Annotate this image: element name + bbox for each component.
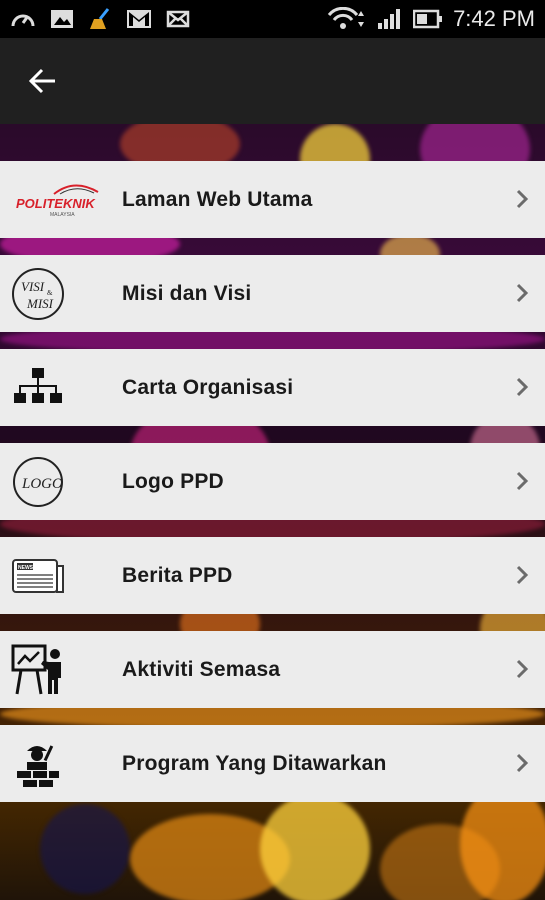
gmail-icon <box>127 10 151 28</box>
news-text: NEWS <box>18 565 34 571</box>
menu-item-berita-ppd[interactable]: NEWS Berita PPD <box>0 537 545 614</box>
mail-icon <box>166 10 190 28</box>
menu-item-label: Misi dan Visi <box>122 281 252 305</box>
wifi-icon <box>327 7 365 29</box>
chevron-right-icon <box>516 565 529 585</box>
org-chart-icon <box>10 361 66 415</box>
menu-item-misi-dan-visi[interactable]: VISI & MISI Misi dan Visi <box>0 255 545 332</box>
presenter-icon <box>10 643 66 697</box>
menu-item-label: Carta Organisasi <box>122 375 294 399</box>
visi-misi-icon: VISI & MISI <box>10 267 66 321</box>
chevron-right-icon <box>516 471 529 491</box>
status-time: 7:42 PM <box>453 6 535 31</box>
signal-icon <box>378 9 401 29</box>
image-icon <box>51 10 73 28</box>
arrow-left-icon <box>29 68 55 94</box>
visi-text: VISI <box>21 279 45 294</box>
logo-badge-icon: LOGO <box>10 455 66 509</box>
politeknik-logo-icon: POLITEKNIK MALAYSIA <box>14 173 122 227</box>
chevron-right-icon <box>516 283 529 303</box>
battery-icon <box>413 9 443 29</box>
chevron-right-icon <box>516 659 529 679</box>
menu-item-label: Program Yang Ditawarkan <box>122 751 387 775</box>
worker-icon <box>10 737 66 791</box>
newspaper-icon: NEWS <box>10 549 66 603</box>
speedometer-icon <box>11 14 35 27</box>
menu-item-program-yang-ditawarkan[interactable]: Program Yang Ditawarkan <box>0 725 545 802</box>
menu-item-label: Berita PPD <box>122 563 233 587</box>
misi-text: MISI <box>26 296 54 311</box>
back-button[interactable] <box>22 60 64 102</box>
status-bar: 7:42 PM <box>0 0 545 38</box>
menu-item-logo-ppd[interactable]: LOGO Logo PPD <box>0 443 545 520</box>
menu-item-label: Laman Web Utama <box>122 187 313 211</box>
politeknik-text: POLITEKNIK <box>16 196 96 211</box>
menu-item-label: Aktiviti Semasa <box>122 657 281 681</box>
menu-item-laman-web-utama[interactable]: POLITEKNIK MALAYSIA Laman Web Utama <box>0 161 545 238</box>
app-bar <box>0 38 545 124</box>
chevron-right-icon <box>516 377 529 397</box>
chevron-right-icon <box>516 189 529 209</box>
politeknik-sub-text: MALAYSIA <box>50 212 75 218</box>
menu-item-aktiviti-semasa[interactable]: Aktiviti Semasa <box>0 631 545 708</box>
broom-icon <box>90 8 110 29</box>
logo-text: LOGO <box>21 476 63 492</box>
chevron-right-icon <box>516 753 529 773</box>
menu-item-carta-organisasi[interactable]: Carta Organisasi <box>0 349 545 426</box>
menu-item-label: Logo PPD <box>122 469 224 493</box>
